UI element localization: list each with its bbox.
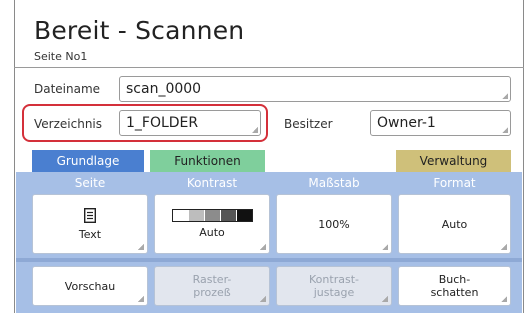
filename-label: Dateiname xyxy=(34,82,101,96)
preview-button[interactable]: Vorschau xyxy=(32,266,148,306)
resize-grip-icon xyxy=(252,127,258,133)
resize-grip-icon xyxy=(382,244,388,250)
contrast-adjust-label: Kontrast- justage xyxy=(309,273,359,299)
filename-field[interactable]: scan_0000 xyxy=(119,76,511,102)
scale-button[interactable]: 100% xyxy=(276,194,392,254)
contrast-scale-icon xyxy=(171,209,253,222)
column-format: Format xyxy=(433,176,476,190)
tab-admin[interactable]: Verwaltung xyxy=(396,150,511,172)
tab-functions[interactable]: Funktionen xyxy=(150,150,265,172)
scale-label: 100% xyxy=(318,217,350,231)
resize-grip-icon xyxy=(502,127,508,133)
column-page: Seite xyxy=(74,176,106,190)
owner-field[interactable]: Owner-1 xyxy=(370,110,511,136)
document-icon xyxy=(84,207,96,223)
filename-value: scan_0000 xyxy=(126,81,202,97)
format-button[interactable]: Auto xyxy=(398,194,511,254)
tab-basic[interactable]: Grundlage xyxy=(32,150,144,172)
owner-value: Owner-1 xyxy=(377,115,436,131)
contrast-label: Auto xyxy=(199,226,225,239)
header-divider xyxy=(14,67,524,68)
resize-grip-icon xyxy=(260,244,266,250)
directory-field[interactable]: 1_FOLDER xyxy=(119,110,261,136)
column-scale: Maßstab xyxy=(308,176,360,190)
panel-divider xyxy=(16,258,522,262)
resize-grip-icon xyxy=(501,244,507,250)
preview-label: Vorschau xyxy=(64,279,116,293)
directory-label: Verzeichnis xyxy=(34,117,103,131)
resize-grip-icon xyxy=(502,93,508,99)
page-type-button[interactable]: Text xyxy=(32,194,148,254)
directory-value: 1_FOLDER xyxy=(126,115,199,131)
page-subtitle: Seite No1 xyxy=(34,50,88,63)
raster-process-label: Raster- prozeß xyxy=(192,273,232,299)
book-shadow-label: Buch- schatten xyxy=(430,273,479,299)
column-contrast: Kontrast xyxy=(186,176,238,190)
page-title: Bereit - Scannen xyxy=(34,16,245,45)
resize-grip-icon xyxy=(501,296,507,302)
resize-grip-icon xyxy=(260,296,266,302)
book-shadow-button[interactable]: Buch- schatten xyxy=(398,266,511,306)
resize-grip-icon xyxy=(138,296,144,302)
page-type-label: Text xyxy=(78,227,102,241)
resize-grip-icon xyxy=(382,296,388,302)
resize-grip-icon xyxy=(138,244,144,250)
format-label: Auto xyxy=(441,217,468,231)
raster-process-button[interactable]: Raster- prozeß xyxy=(154,266,270,306)
contrast-adjust-button[interactable]: Kontrast- justage xyxy=(276,266,392,306)
contrast-button[interactable]: Auto xyxy=(154,194,270,254)
owner-label: Besitzer xyxy=(284,117,333,131)
